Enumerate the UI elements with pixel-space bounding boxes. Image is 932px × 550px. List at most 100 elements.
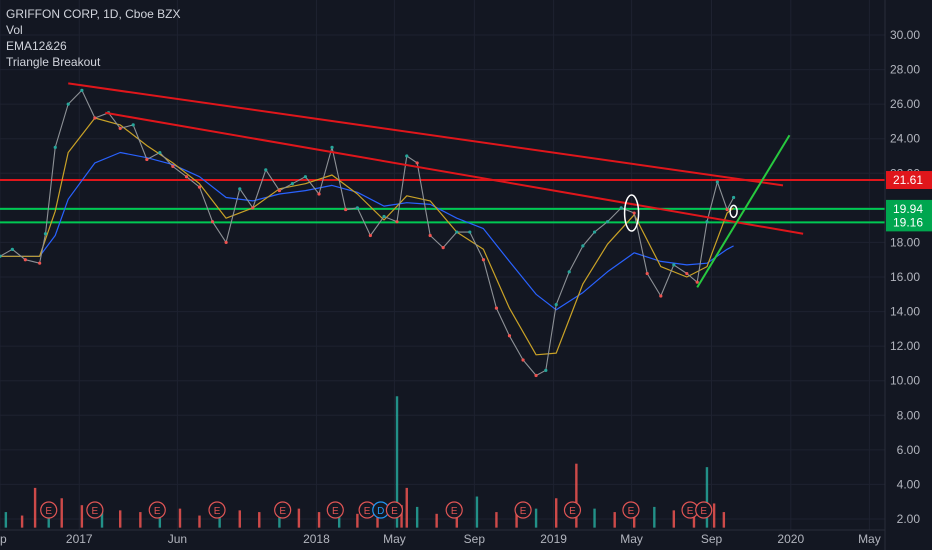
volume-bar (672, 510, 676, 528)
y-tick-label: 10.00 (890, 374, 920, 388)
price-point (507, 334, 512, 338)
price-point (554, 303, 558, 307)
marker-label: E (45, 506, 52, 517)
marker-label: E (391, 506, 398, 517)
price-point (238, 187, 242, 191)
chart-canvas[interactable]: EEEEEEEDEEEEEEE 2.004.006.008.0010.0012.… (0, 0, 932, 550)
volume-bar (60, 498, 63, 528)
price-point (415, 161, 419, 165)
y-tick-label: 2.00 (897, 512, 921, 526)
y-tick-label: 24.00 (890, 132, 920, 146)
volume-bar (4, 512, 8, 528)
earnings-marker[interactable]: E (622, 501, 640, 519)
x-tick-label: 2018 (303, 532, 330, 546)
marker-label: E (214, 506, 221, 517)
earnings-marker[interactable]: E (208, 501, 226, 519)
price-point (355, 206, 359, 210)
earnings-marker[interactable]: E (445, 501, 463, 519)
price-point (317, 192, 321, 196)
price-point (592, 230, 597, 234)
earnings-marker[interactable]: E (148, 501, 166, 519)
volume-bar (317, 512, 321, 528)
y-tick-label: 30.00 (890, 28, 920, 42)
y-tick-label: 14.00 (890, 305, 920, 319)
price-point (382, 214, 386, 219)
price-point (23, 258, 27, 262)
y-tick-label: 16.00 (890, 270, 920, 284)
price-point (695, 280, 699, 284)
marker-label: E (520, 506, 527, 517)
x-tick-label: Sep (464, 532, 486, 546)
price-point (184, 175, 189, 179)
price-point (10, 247, 14, 251)
price-point (659, 294, 663, 298)
volume-bar (20, 515, 24, 528)
volume-bar (178, 508, 182, 528)
price-point (344, 207, 348, 212)
price-point (685, 271, 689, 276)
price-point (521, 358, 525, 362)
y-tick-label: 12.00 (890, 339, 920, 353)
volume-bar (33, 487, 37, 528)
price-point (171, 164, 175, 168)
chart-background (0, 0, 932, 550)
marker-label: D (377, 506, 384, 517)
volume-bar (555, 498, 558, 528)
volume-bar (139, 512, 142, 528)
price-point (605, 220, 610, 224)
indicator-triangle[interactable]: Triangle Breakout (6, 54, 181, 70)
x-tick-label: 2020 (777, 532, 804, 546)
x-tick-label: 2019 (540, 532, 567, 546)
price-point (581, 244, 585, 248)
volume-bar (534, 508, 538, 528)
earnings-marker[interactable]: E (514, 501, 532, 519)
earnings-marker[interactable]: E (86, 501, 104, 519)
symbol-title[interactable]: GRIFFON CORP, 1D, Cboe BZX (6, 6, 181, 22)
marker-label: E (569, 506, 576, 517)
marker-label: E (279, 506, 286, 517)
price-point (705, 220, 709, 224)
price-point (93, 116, 97, 120)
earnings-marker[interactable]: E (695, 501, 713, 519)
price-point (290, 182, 295, 186)
price-tag-label: 21.61 (893, 173, 923, 187)
indicator-ema[interactable]: EMA12&26 (6, 38, 181, 54)
volume-bar (238, 510, 241, 528)
marker-label: E (364, 506, 371, 517)
x-tick-label: May (383, 532, 406, 546)
x-tick-label: 2017 (66, 532, 93, 546)
earnings-marker[interactable]: E (385, 501, 404, 519)
marker-label: E (451, 506, 458, 517)
price-point (224, 240, 228, 245)
earnings-marker[interactable]: E (563, 501, 582, 519)
earnings-marker[interactable]: E (326, 501, 344, 519)
chart-legend[interactable]: GRIFFON CORP, 1D, Cboe BZX Vol EMA12&26 … (6, 6, 181, 70)
price-point (118, 126, 122, 130)
price-point (277, 188, 282, 193)
price-point (567, 270, 571, 274)
price-point (264, 168, 268, 172)
earnings-marker[interactable]: E (40, 501, 58, 519)
x-tick-label: Sep (701, 532, 723, 546)
price-point (725, 207, 729, 212)
y-tick-label: 28.00 (890, 63, 920, 77)
price-point (441, 246, 445, 250)
price-point (43, 232, 48, 236)
price-point (38, 261, 42, 265)
price-tag: 19.16 (886, 213, 932, 232)
volume-bar (198, 515, 201, 528)
earnings-marker[interactable]: E (274, 501, 292, 519)
marker-label: E (154, 506, 161, 517)
marker-label: E (92, 506, 99, 517)
volume-bar (405, 487, 408, 528)
price-point (80, 88, 84, 92)
price-point (544, 368, 548, 372)
volume-bar (613, 512, 616, 528)
price-point (145, 157, 149, 162)
indicator-vol[interactable]: Vol (6, 22, 181, 38)
price-point (197, 185, 202, 189)
price-point (534, 373, 538, 378)
price-point (303, 175, 307, 179)
marker-label: E (332, 506, 339, 517)
x-tick-label: May (620, 532, 643, 546)
